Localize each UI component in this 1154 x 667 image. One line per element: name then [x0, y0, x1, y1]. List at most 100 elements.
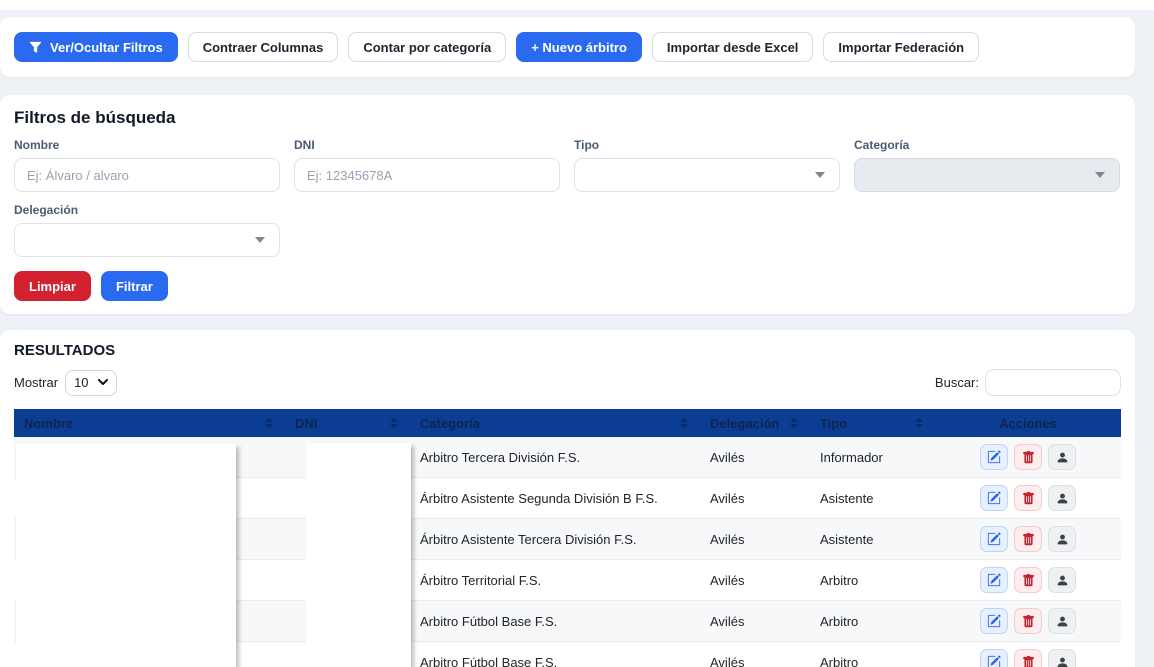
trash-icon — [1022, 656, 1035, 667]
cell-tipo: Arbitro — [810, 655, 935, 667]
dni-input[interactable] — [294, 158, 560, 192]
cell-delegacion: Avilés — [700, 450, 810, 465]
categoria-label: Categoría — [854, 138, 1120, 152]
person-icon — [1056, 574, 1069, 587]
redaction-overlay-dni — [306, 443, 411, 667]
delete-button[interactable] — [1014, 526, 1042, 552]
sort-icon — [680, 418, 688, 428]
cell-tipo: Arbitro — [810, 573, 935, 588]
toggle-filters-button[interactable]: Ver/Ocultar Filtros — [14, 32, 178, 62]
funnel-icon — [29, 41, 42, 54]
profile-button[interactable] — [1048, 526, 1076, 552]
apply-filters-button[interactable]: Filtrar — [101, 271, 168, 301]
column-header-dni[interactable]: DNI — [285, 409, 410, 437]
column-header-nombre[interactable]: Nombre — [14, 409, 285, 437]
page-size-value: 10 — [74, 375, 88, 390]
delegacion-label: Delegación — [14, 203, 280, 217]
toggle-filters-label: Ver/Ocultar Filtros — [50, 40, 163, 55]
categoria-select — [854, 158, 1120, 192]
pencil-square-icon — [987, 491, 1001, 505]
top-strip — [0, 0, 1154, 10]
edit-button[interactable] — [980, 649, 1008, 667]
cell-delegacion: Avilés — [700, 655, 810, 667]
cell-categoria: Árbitro Asistente Tercera División F.S. — [410, 532, 700, 547]
person-icon — [1056, 492, 1069, 505]
sort-icon — [390, 418, 398, 428]
delete-button[interactable] — [1014, 649, 1042, 667]
edit-button[interactable] — [980, 567, 1008, 593]
edit-button[interactable] — [980, 444, 1008, 470]
chevron-down-icon — [98, 379, 108, 386]
sort-icon — [265, 418, 273, 428]
delete-button[interactable] — [1014, 485, 1042, 511]
sort-icon — [915, 418, 923, 428]
cell-categoria: Arbitro Fútbol Base F.S. — [410, 655, 700, 667]
person-icon — [1056, 451, 1069, 464]
filters-panel: Filtros de búsqueda Nombre DNI Tipo Cate… — [0, 95, 1135, 314]
cell-categoria: Árbitro Asistente Segunda División B F.S… — [410, 491, 700, 506]
dni-label: DNI — [294, 138, 560, 152]
pencil-square-icon — [987, 450, 1001, 464]
person-icon — [1056, 656, 1069, 667]
cell-delegacion: Avilés — [700, 532, 810, 547]
chevron-down-icon — [1095, 172, 1105, 178]
cell-tipo: Informador — [810, 450, 935, 465]
column-header-tipo[interactable]: Tipo — [810, 409, 935, 437]
import-excel-button[interactable]: Importar desde Excel — [652, 32, 814, 62]
delegacion-select[interactable] — [14, 223, 280, 257]
cell-tipo: Arbitro — [810, 614, 935, 629]
results-table: Nombre DNI Categoría Delegación Tipo Acc… — [14, 409, 1121, 667]
cell-tipo: Asistente — [810, 491, 935, 506]
redaction-overlay-nombre — [16, 444, 236, 667]
results-panel: RESULTADOS Mostrar 10 Buscar: Nombre DNI — [0, 330, 1135, 667]
pencil-square-icon — [987, 614, 1001, 628]
trash-icon — [1022, 615, 1035, 628]
chevron-down-icon — [815, 172, 825, 178]
profile-button[interactable] — [1048, 485, 1076, 511]
search-label: Buscar: — [935, 375, 979, 390]
filters-title: Filtros de búsqueda — [14, 108, 1121, 128]
trash-icon — [1022, 574, 1035, 587]
profile-button[interactable] — [1048, 567, 1076, 593]
toolbar: Ver/Ocultar Filtros Contraer Columnas Co… — [0, 17, 1135, 77]
edit-button[interactable] — [980, 526, 1008, 552]
tipo-label: Tipo — [574, 138, 840, 152]
nombre-label: Nombre — [14, 138, 280, 152]
sort-icon — [790, 418, 798, 428]
cell-delegacion: Avilés — [700, 614, 810, 629]
count-by-category-button[interactable]: Contar por categoría — [348, 32, 506, 62]
table-search-input[interactable] — [985, 369, 1121, 396]
show-label: Mostrar — [14, 375, 58, 390]
trash-icon — [1022, 492, 1035, 505]
person-icon — [1056, 533, 1069, 546]
import-federation-button[interactable]: Importar Federación — [823, 32, 979, 62]
edit-button[interactable] — [980, 608, 1008, 634]
results-title: RESULTADOS — [14, 342, 1121, 359]
column-header-delegacion[interactable]: Delegación — [700, 409, 810, 437]
profile-button[interactable] — [1048, 444, 1076, 470]
profile-button[interactable] — [1048, 649, 1076, 667]
delete-button[interactable] — [1014, 608, 1042, 634]
profile-button[interactable] — [1048, 608, 1076, 634]
person-icon — [1056, 615, 1069, 628]
trash-icon — [1022, 533, 1035, 546]
column-header-categoria[interactable]: Categoría — [410, 409, 700, 437]
cell-tipo: Asistente — [810, 532, 935, 547]
collapse-columns-button[interactable]: Contraer Columnas — [188, 32, 339, 62]
delete-button[interactable] — [1014, 444, 1042, 470]
pencil-square-icon — [987, 573, 1001, 587]
clear-filters-button[interactable]: Limpiar — [14, 271, 91, 301]
cell-delegacion: Avilés — [700, 573, 810, 588]
tipo-select[interactable] — [574, 158, 840, 192]
pencil-square-icon — [987, 655, 1001, 667]
page-size-select[interactable]: 10 — [65, 370, 117, 396]
new-referee-button[interactable]: + Nuevo árbitro — [516, 32, 642, 62]
column-header-acciones: Acciones — [935, 409, 1121, 437]
trash-icon — [1022, 451, 1035, 464]
chevron-down-icon — [255, 237, 265, 243]
cell-categoria: Arbitro Fútbol Base F.S. — [410, 614, 700, 629]
pencil-square-icon — [987, 532, 1001, 546]
delete-button[interactable] — [1014, 567, 1042, 593]
nombre-input[interactable] — [14, 158, 280, 192]
edit-button[interactable] — [980, 485, 1008, 511]
